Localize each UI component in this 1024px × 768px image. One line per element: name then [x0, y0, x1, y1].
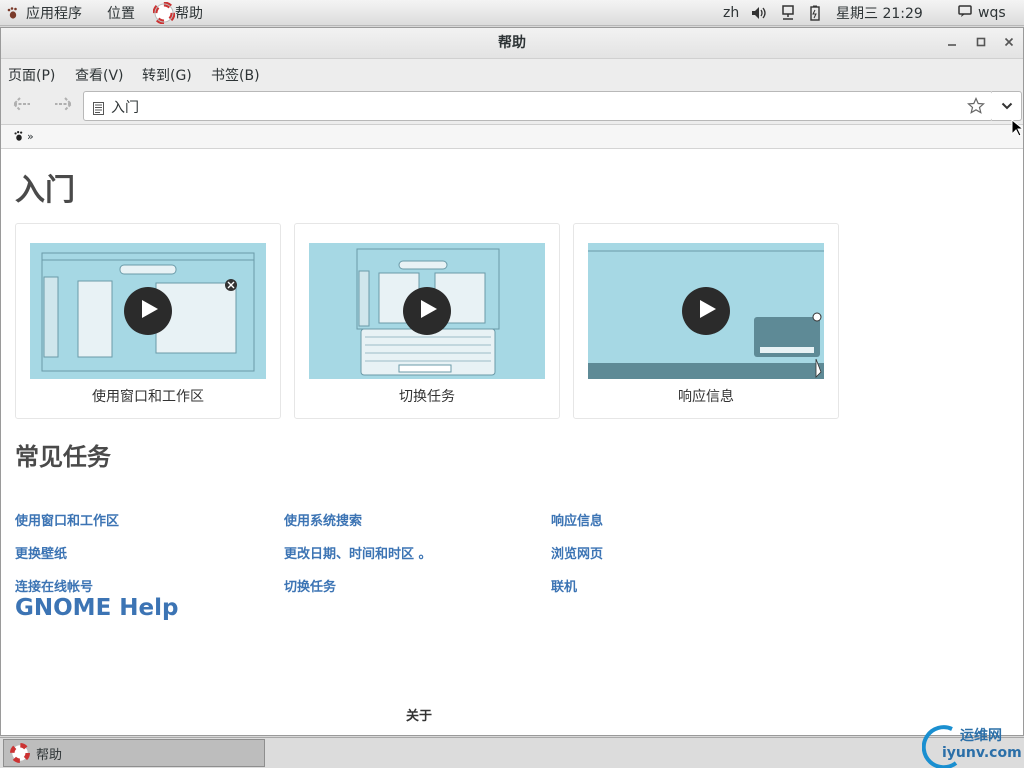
active-app-menu[interactable]: 帮助 — [152, 0, 203, 26]
play-button[interactable] — [682, 287, 730, 335]
apps-menu-label: 应用程序 — [26, 6, 82, 22]
task-link[interactable]: 切换任务 — [284, 576, 336, 595]
taskbar-item-help[interactable]: 帮助 — [3, 739, 265, 767]
apps-menu[interactable]: 应用程序 — [6, 0, 82, 26]
battery-icon[interactable] — [808, 0, 822, 26]
volume-icon[interactable] — [751, 0, 767, 26]
user-label: wqs — [978, 5, 1006, 21]
play-icon — [695, 299, 717, 323]
lifebuoy-icon — [10, 743, 30, 763]
task-link[interactable]: 浏览网页 — [551, 543, 603, 562]
video-card-windows[interactable]: 使用窗口和工作区 — [15, 223, 281, 419]
location-entry[interactable]: 入门 — [83, 91, 993, 121]
card-label: 切换任务 — [399, 389, 455, 405]
maximize-button[interactable] — [970, 32, 992, 54]
user-menu[interactable]: wqs — [958, 0, 1006, 26]
play-icon — [416, 299, 438, 323]
video-thumbnail — [30, 243, 266, 379]
clock[interactable]: 星期三 21:29 — [836, 0, 923, 26]
video-card-respond-messages[interactable]: 响应信息 — [573, 223, 839, 419]
minimize-button[interactable] — [941, 32, 963, 54]
chevron-down-icon — [1001, 99, 1013, 113]
watermark-logo: 运维网 iyunv.com — [922, 723, 1022, 768]
common-tasks-heading: 常见任务 — [15, 443, 111, 471]
bottom-panel: 帮助 — [0, 737, 1024, 768]
mouse-cursor-icon — [1011, 118, 1024, 141]
task-link[interactable]: 使用系统搜索 — [284, 510, 362, 529]
forward-button[interactable] — [49, 94, 77, 118]
card-label: 响应信息 — [678, 389, 734, 405]
task-link[interactable]: 更改日期、时间和时区 。 — [284, 543, 432, 562]
back-button[interactable] — [8, 94, 36, 118]
chat-icon — [958, 4, 972, 22]
breadcrumb-separator: » — [27, 130, 34, 143]
bookmark-star-icon[interactable] — [967, 97, 985, 119]
watermark-line1: 运维网 — [960, 728, 1002, 744]
task-link[interactable]: 响应信息 — [551, 510, 603, 529]
menu-page[interactable]: 页面(P) — [8, 65, 55, 85]
menu-go[interactable]: 转到(G) — [142, 65, 192, 85]
menubar: 页面(P) 查看(V) 转到(G) 书签(B) — [1, 59, 1023, 87]
places-menu[interactable]: 位置 — [107, 0, 135, 26]
play-icon — [137, 299, 159, 323]
location-text: 入门 — [111, 100, 139, 116]
active-app-label: 帮助 — [175, 6, 203, 22]
play-button[interactable] — [124, 287, 172, 335]
titlebar[interactable]: 帮助 — [1, 28, 1023, 59]
window-title: 帮助 — [498, 35, 526, 51]
minimize-icon — [947, 28, 957, 59]
foot-icon — [6, 6, 20, 20]
help-content: 入门 使用窗口和工作区 切换任务 响应信息 常见任务 使用窗口和工作区 使用系统… — [1, 149, 1023, 735]
play-button[interactable] — [403, 287, 451, 335]
video-thumbnail — [588, 243, 824, 379]
task-link[interactable]: 更换壁纸 — [15, 543, 67, 562]
lang-label: zh — [723, 5, 740, 21]
help-window: 帮助 页面(P) 查看(V) 转到(G) 书签(B) 入门 » 入门 使用窗口和… — [0, 27, 1024, 736]
video-thumbnail — [309, 243, 545, 379]
input-method[interactable]: zh — [723, 0, 739, 26]
home-foot-icon[interactable] — [13, 130, 25, 145]
page-icon — [93, 100, 104, 119]
task-link[interactable]: 联机 — [551, 576, 577, 595]
navigation-toolbar: 入门 — [1, 87, 1023, 125]
maximize-icon — [976, 28, 986, 59]
back-arrow-icon — [11, 96, 33, 117]
close-icon — [1004, 28, 1014, 59]
location-dropdown-button[interactable] — [992, 91, 1022, 121]
task-link[interactable]: 连接在线帐号 — [15, 576, 93, 595]
network-icon[interactable] — [781, 0, 795, 26]
clock-label: 星期三 21:29 — [836, 6, 923, 22]
close-button[interactable] — [998, 32, 1020, 54]
breadcrumb: » — [1, 125, 1023, 149]
taskbar-item-label: 帮助 — [36, 747, 63, 763]
page-title: 入门 — [15, 173, 75, 208]
places-menu-label: 位置 — [107, 6, 135, 22]
gnome-help-link[interactable]: GNOME Help — [15, 595, 178, 621]
task-link[interactable]: 使用窗口和工作区 — [15, 510, 119, 529]
lifebuoy-icon — [152, 1, 176, 25]
menu-view[interactable]: 查看(V) — [75, 65, 124, 85]
card-label: 使用窗口和工作区 — [92, 389, 204, 405]
about-link[interactable]: 关于 — [406, 705, 432, 724]
top-panel: 应用程序 位置 帮助 zh 星期三 21:29 wqs — [0, 0, 1024, 26]
watermark-line2: iyunv.com — [942, 745, 1022, 761]
menu-bookmarks[interactable]: 书签(B) — [211, 65, 260, 85]
forward-arrow-icon — [52, 96, 74, 117]
video-card-switch-tasks[interactable]: 切换任务 — [294, 223, 560, 419]
